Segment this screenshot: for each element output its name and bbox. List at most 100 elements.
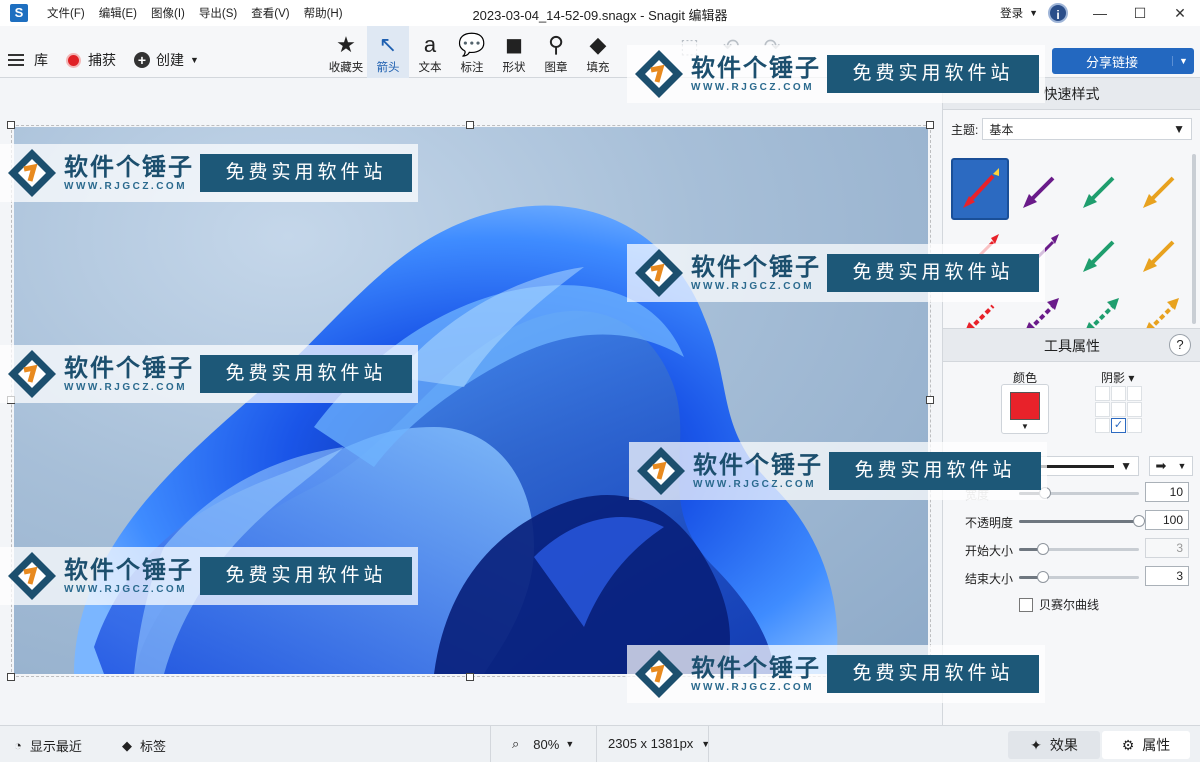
menu-help[interactable]: 帮助(H) [297, 5, 350, 21]
menu-image[interactable]: 图像(I) [144, 5, 192, 21]
resize-handle[interactable] [7, 121, 15, 129]
right-panel: 快速样式 主题: 基本 ▼ 工具属性 ? 颜色 阴影 ▾ ▼ ✓ ▼ ➡ ▼ 1… [942, 78, 1200, 725]
shadow-cell[interactable] [1095, 418, 1110, 433]
hamburger-icon [8, 54, 24, 66]
info-icon[interactable]: i [1048, 3, 1068, 23]
resize-handle[interactable] [7, 673, 15, 681]
shadow-cell[interactable] [1095, 386, 1110, 401]
capture-button[interactable]: 捕获 [66, 50, 116, 70]
end-size-slider-row: 结束大小 3 [943, 566, 1200, 588]
share-link-button[interactable]: 分享链接 ▼ [1052, 48, 1194, 74]
check-icon[interactable]: ✓ [1111, 418, 1126, 433]
styles-scrollbar[interactable] [1192, 154, 1196, 324]
maximize-button[interactable]: ☐ [1120, 0, 1160, 26]
quick-style-item[interactable] [1011, 158, 1069, 220]
tool-callout[interactable]: 💬 标注 [451, 26, 493, 78]
tool-favorites[interactable]: ★ 收藏夹 [325, 26, 367, 78]
properties-tab[interactable]: ⚙ 属性 [1102, 731, 1190, 759]
text-icon: a [423, 32, 437, 57]
shadow-cell[interactable] [1095, 402, 1110, 417]
width-input[interactable]: 10 [1145, 482, 1189, 502]
status-bar: ◔ 显示最近 ◆ 标签 ⌕ 80% ▼ 2305 x 1381px ▼ ✦ 效果… [0, 725, 1200, 762]
close-button[interactable]: ✕ [1160, 0, 1200, 26]
quick-style-item[interactable] [1071, 158, 1129, 220]
shadow-cell[interactable] [1111, 402, 1126, 417]
bezier-label: 贝赛尔曲线 [1039, 598, 1100, 612]
chevron-down-icon[interactable]: ▼ [1172, 56, 1194, 66]
tool-strip: ★ 收藏夹 ↖ 箭头 a 文本 💬 标注 ◼ 形状 ⚲ 图章 ◆ 填充 [325, 26, 619, 78]
tool-label: 图章 [544, 62, 568, 74]
zoom-control[interactable]: ⌕ 80% ▼ [512, 736, 574, 752]
quick-style-item[interactable] [951, 158, 1009, 220]
watermark: 软件个锤子 WWW.RJGCZ.COM 免费实用软件站 [0, 345, 418, 403]
watermark-slogan: 免费实用软件站 [827, 655, 1039, 693]
resize-handle[interactable] [926, 121, 934, 129]
shadow-cell[interactable] [1127, 418, 1142, 433]
watermark-logo [637, 447, 685, 495]
shadow-cell[interactable] [1111, 386, 1126, 401]
shadow-label[interactable]: 阴影 ▾ [1101, 369, 1134, 386]
arrow-style-icon [1083, 240, 1115, 272]
start-size-input[interactable]: 3 [1145, 538, 1189, 558]
end-size-slider[interactable] [1019, 571, 1139, 583]
tool-label: 收藏夹 [328, 62, 364, 74]
opacity-input[interactable]: 100 [1145, 510, 1189, 530]
login-button[interactable]: 登录 [1000, 5, 1023, 21]
watermark: 软件个锤子 WWW.RJGCZ.COM 免费实用软件站 [0, 144, 418, 202]
magic-wand-icon: ✦ [1030, 736, 1042, 753]
create-button[interactable]: + 创建 ▼ [134, 50, 199, 70]
tags-button[interactable]: ◆ 标签 [122, 736, 166, 755]
bezier-checkbox[interactable]: 贝赛尔曲线 [1019, 596, 1099, 613]
shadow-cell[interactable] [1127, 402, 1142, 417]
tool-stamp[interactable]: ⚲ 图章 [535, 26, 577, 78]
resize-handle[interactable] [926, 396, 934, 404]
theme-dropdown[interactable]: 基本 ▼ [982, 118, 1192, 140]
watermark-slogan: 免费实用软件站 [200, 154, 412, 192]
quick-style-item[interactable] [1131, 158, 1189, 220]
menu-file[interactable]: 文件(F) [40, 5, 92, 21]
dimensions-control[interactable]: 2305 x 1381px ▼ [608, 736, 710, 751]
tool-fill[interactable]: ◆ 填充 [577, 26, 619, 78]
create-label: 创建 [156, 52, 184, 68]
effects-label: 效果 [1049, 737, 1078, 753]
shadow-cell[interactable] [1127, 386, 1142, 401]
shadow-grid[interactable]: ✓ [1095, 386, 1142, 433]
quick-style-item[interactable] [1071, 222, 1129, 284]
menu-view[interactable]: 查看(V) [244, 5, 296, 21]
tool-label: 箭头 [376, 62, 400, 74]
capture-label: 捕获 [88, 52, 116, 68]
minimize-button[interactable]: — [1080, 0, 1120, 26]
effects-tab[interactable]: ✦ 效果 [1008, 731, 1100, 759]
watermark-url: WWW.RJGCZ.COM [64, 381, 188, 393]
tool-label: 形状 [502, 62, 526, 74]
tool-shape[interactable]: ◼ 形状 [493, 26, 535, 78]
tool-arrow[interactable]: ↖ 箭头 [367, 26, 409, 78]
color-swatch [1010, 392, 1040, 420]
start-size-slider-row: 开始大小 3 [943, 538, 1200, 560]
library-button[interactable]: 库 [8, 50, 48, 70]
watermark-slogan: 免费实用软件站 [829, 452, 1041, 490]
title-bar: S 文件(F) 编辑(E) 图像(I) 导出(S) 查看(V) 帮助(H) 20… [0, 0, 1200, 26]
menu-edit[interactable]: 编辑(E) [92, 5, 144, 21]
arrow-end-dropdown[interactable]: ➡ ▼ [1149, 456, 1193, 476]
watermark-slogan: 免费实用软件站 [200, 355, 412, 393]
watermark: 软件个锤子 WWW.RJGCZ.COM 免费实用软件站 [0, 547, 418, 605]
help-icon[interactable]: ? [1169, 334, 1191, 356]
resize-handle[interactable] [466, 121, 474, 129]
color-picker[interactable]: ▼ [1001, 384, 1049, 434]
quick-style-item[interactable] [1131, 222, 1189, 284]
show-recent-button[interactable]: ◔ 显示最近 [14, 736, 82, 755]
opacity-slider[interactable] [1019, 515, 1145, 527]
line-preview [1036, 464, 1115, 468]
tool-text[interactable]: a 文本 [409, 26, 451, 78]
tool-label: 文本 [418, 62, 442, 74]
watermark-brand: 软件个锤子 [64, 153, 194, 181]
resize-handle[interactable] [466, 673, 474, 681]
start-size-slider[interactable] [1019, 543, 1139, 555]
menu-export[interactable]: 导出(S) [192, 5, 244, 21]
end-size-input[interactable]: 3 [1145, 566, 1189, 586]
tool-properties-title: 工具属性 [1044, 338, 1100, 354]
watermark-brand: 软件个锤子 [691, 54, 821, 82]
chevron-down-icon[interactable]: ▼ [1029, 8, 1038, 18]
watermark-url: WWW.RJGCZ.COM [691, 280, 815, 292]
